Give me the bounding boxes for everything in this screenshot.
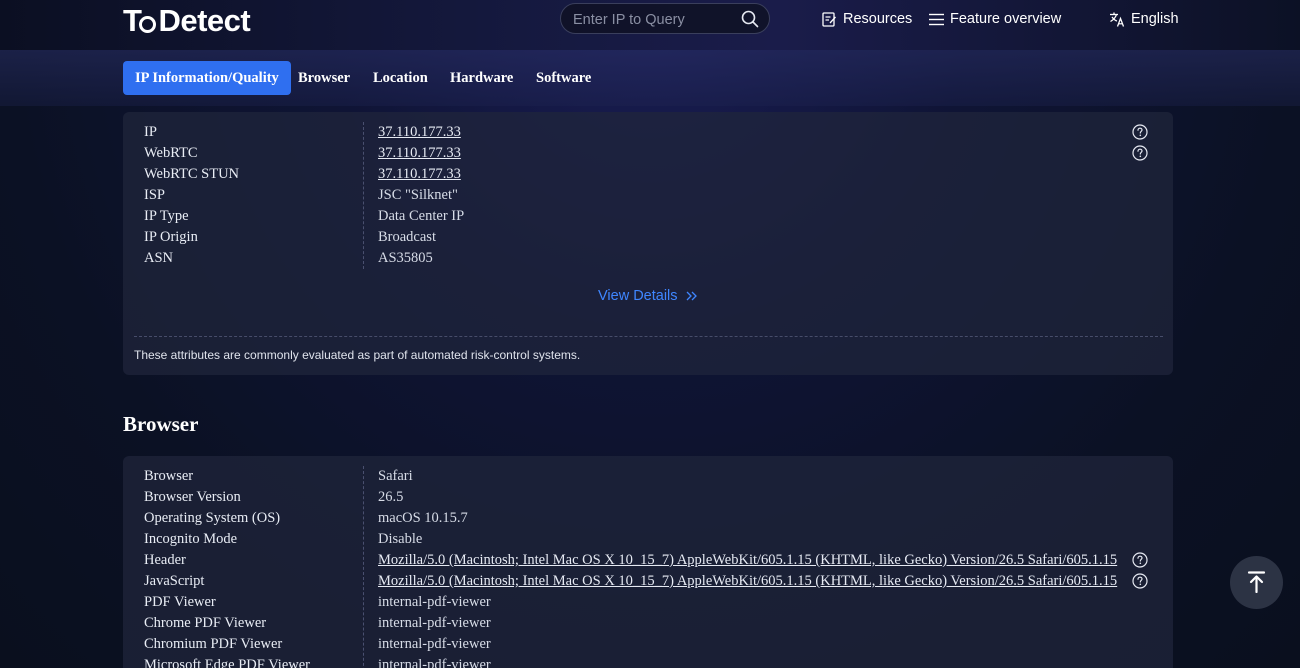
- ip-info-card: IP 37.110.177.33 WebRTC 37.110.177.33 We…: [123, 112, 1173, 375]
- table-row: IP Origin Broadcast: [123, 227, 1173, 248]
- question-circle-icon[interactable]: [1132, 145, 1148, 161]
- row-value: Safari: [378, 468, 413, 484]
- question-circle-icon[interactable]: [1132, 552, 1148, 568]
- tab-ip-information-quality[interactable]: IP Information/Quality: [123, 61, 291, 95]
- nav-resources-label: Resources: [843, 11, 913, 27]
- table-row: ISP JSC "Silknet": [123, 185, 1173, 206]
- row-label: Header: [144, 552, 186, 568]
- arrow-up-to-line-icon: [1247, 571, 1266, 593]
- header-ua-link[interactable]: Mozilla/5.0 (Macintosh; Intel Mac OS X 1…: [378, 550, 1117, 571]
- browser-info-card: Browser Safari Browser Version 26.5 Oper…: [123, 456, 1173, 668]
- top-header: To T Detect Resources Feature overview: [0, 0, 1300, 50]
- table-row: Incognito Mode Disable: [123, 529, 1173, 550]
- table-row: Header Mozilla/5.0 (Macintosh; Intel Mac…: [123, 550, 1173, 571]
- row-label: IP Origin: [144, 229, 198, 245]
- logo[interactable]: To T Detect: [123, 3, 251, 39]
- question-circle-icon[interactable]: [1132, 124, 1148, 140]
- language-selector[interactable]: English: [1109, 9, 1179, 29]
- logo-mark: To T: [123, 3, 158, 39]
- table-row: JavaScript Mozilla/5.0 (Macintosh; Intel…: [123, 571, 1173, 592]
- row-value: JSC "Silknet": [378, 187, 458, 203]
- row-value: internal-pdf-viewer: [378, 615, 491, 631]
- table-row: Browser Safari: [123, 466, 1173, 487]
- ip-search-box: [560, 3, 770, 34]
- javascript-ua-link[interactable]: Mozilla/5.0 (Macintosh; Intel Mac OS X 1…: [378, 571, 1117, 592]
- table-row: ASN AS35805: [123, 248, 1173, 269]
- table-row: IP Type Data Center IP: [123, 206, 1173, 227]
- nav-feature-overview[interactable]: Feature overview: [929, 9, 1061, 29]
- section-tabs: IP Information/Quality Browser Location …: [0, 50, 1300, 106]
- double-chevron-right-icon: [686, 291, 697, 301]
- language-label: English: [1131, 11, 1179, 27]
- tab-software[interactable]: Software: [536, 61, 591, 95]
- tab-browser[interactable]: Browser: [298, 61, 350, 95]
- table-row: Chrome PDF Viewer internal-pdf-viewer: [123, 613, 1173, 634]
- table-row: Browser Version 26.5: [123, 487, 1173, 508]
- view-details-link[interactable]: View Details: [598, 288, 697, 304]
- webrtc-stun-value-link[interactable]: 37.110.177.33: [378, 164, 461, 185]
- tab-hardware[interactable]: Hardware: [450, 61, 513, 95]
- row-value: AS35805: [378, 250, 433, 266]
- row-value: 26.5: [378, 489, 404, 505]
- risk-control-note: These attributes are commonly evaluated …: [134, 348, 581, 362]
- row-label: JavaScript: [144, 573, 205, 589]
- ip-value-link[interactable]: 37.110.177.33: [378, 122, 461, 143]
- table-row: WebRTC 37.110.177.33: [123, 143, 1173, 164]
- row-value: Data Center IP: [378, 208, 465, 224]
- row-label: Incognito Mode: [144, 531, 238, 547]
- menu-icon: [929, 13, 944, 25]
- row-value: macOS 10.15.7: [378, 510, 468, 526]
- logo-text: Detect: [158, 3, 251, 38]
- view-details-label: View Details: [598, 288, 678, 304]
- logo-o-ring: [139, 15, 157, 33]
- table-row: WebRTC STUN 37.110.177.33: [123, 164, 1173, 185]
- row-label: IP Type: [144, 208, 189, 224]
- table-row: Operating System (OS) macOS 10.15.7: [123, 508, 1173, 529]
- row-value: internal-pdf-viewer: [378, 594, 491, 610]
- search-icon[interactable]: [741, 10, 759, 28]
- ip-search-input[interactable]: [571, 8, 735, 32]
- nav-feature-overview-label: Feature overview: [950, 11, 1062, 27]
- edit-note-icon: [822, 11, 836, 27]
- row-value: Disable: [378, 531, 423, 547]
- section-divider: [134, 336, 1163, 337]
- row-label: WebRTC STUN: [144, 166, 240, 182]
- row-label: WebRTC: [144, 145, 198, 161]
- table-row: Chromium PDF Viewer internal-pdf-viewer: [123, 634, 1173, 655]
- webrtc-value-link[interactable]: 37.110.177.33: [378, 143, 461, 164]
- row-label: PDF Viewer: [144, 594, 216, 610]
- table-row: PDF Viewer internal-pdf-viewer: [123, 592, 1173, 613]
- row-label: Browser: [144, 468, 194, 484]
- row-label: Chrome PDF Viewer: [144, 615, 267, 631]
- row-label: Browser Version: [144, 489, 241, 505]
- question-circle-icon[interactable]: [1132, 573, 1148, 589]
- tab-location[interactable]: Location: [373, 61, 428, 95]
- back-to-top-button[interactable]: [1230, 556, 1283, 609]
- row-label: ASN: [144, 250, 174, 266]
- row-label: Operating System (OS): [144, 510, 281, 526]
- translate-icon: [1110, 12, 1125, 27]
- row-label: ISP: [144, 187, 165, 203]
- table-row: Microsoft Edge PDF Viewer internal-pdf-v…: [123, 655, 1173, 668]
- browser-section-title: Browser: [123, 412, 199, 436]
- table-row: IP 37.110.177.33: [123, 122, 1173, 143]
- row-value: internal-pdf-viewer: [378, 636, 491, 652]
- row-label: Microsoft Edge PDF Viewer: [144, 657, 310, 668]
- row-label: Chromium PDF Viewer: [144, 636, 283, 652]
- nav-resources[interactable]: Resources: [822, 9, 912, 29]
- row-label: IP: [144, 124, 157, 140]
- row-value: internal-pdf-viewer: [378, 657, 491, 668]
- row-value: Broadcast: [378, 229, 436, 245]
